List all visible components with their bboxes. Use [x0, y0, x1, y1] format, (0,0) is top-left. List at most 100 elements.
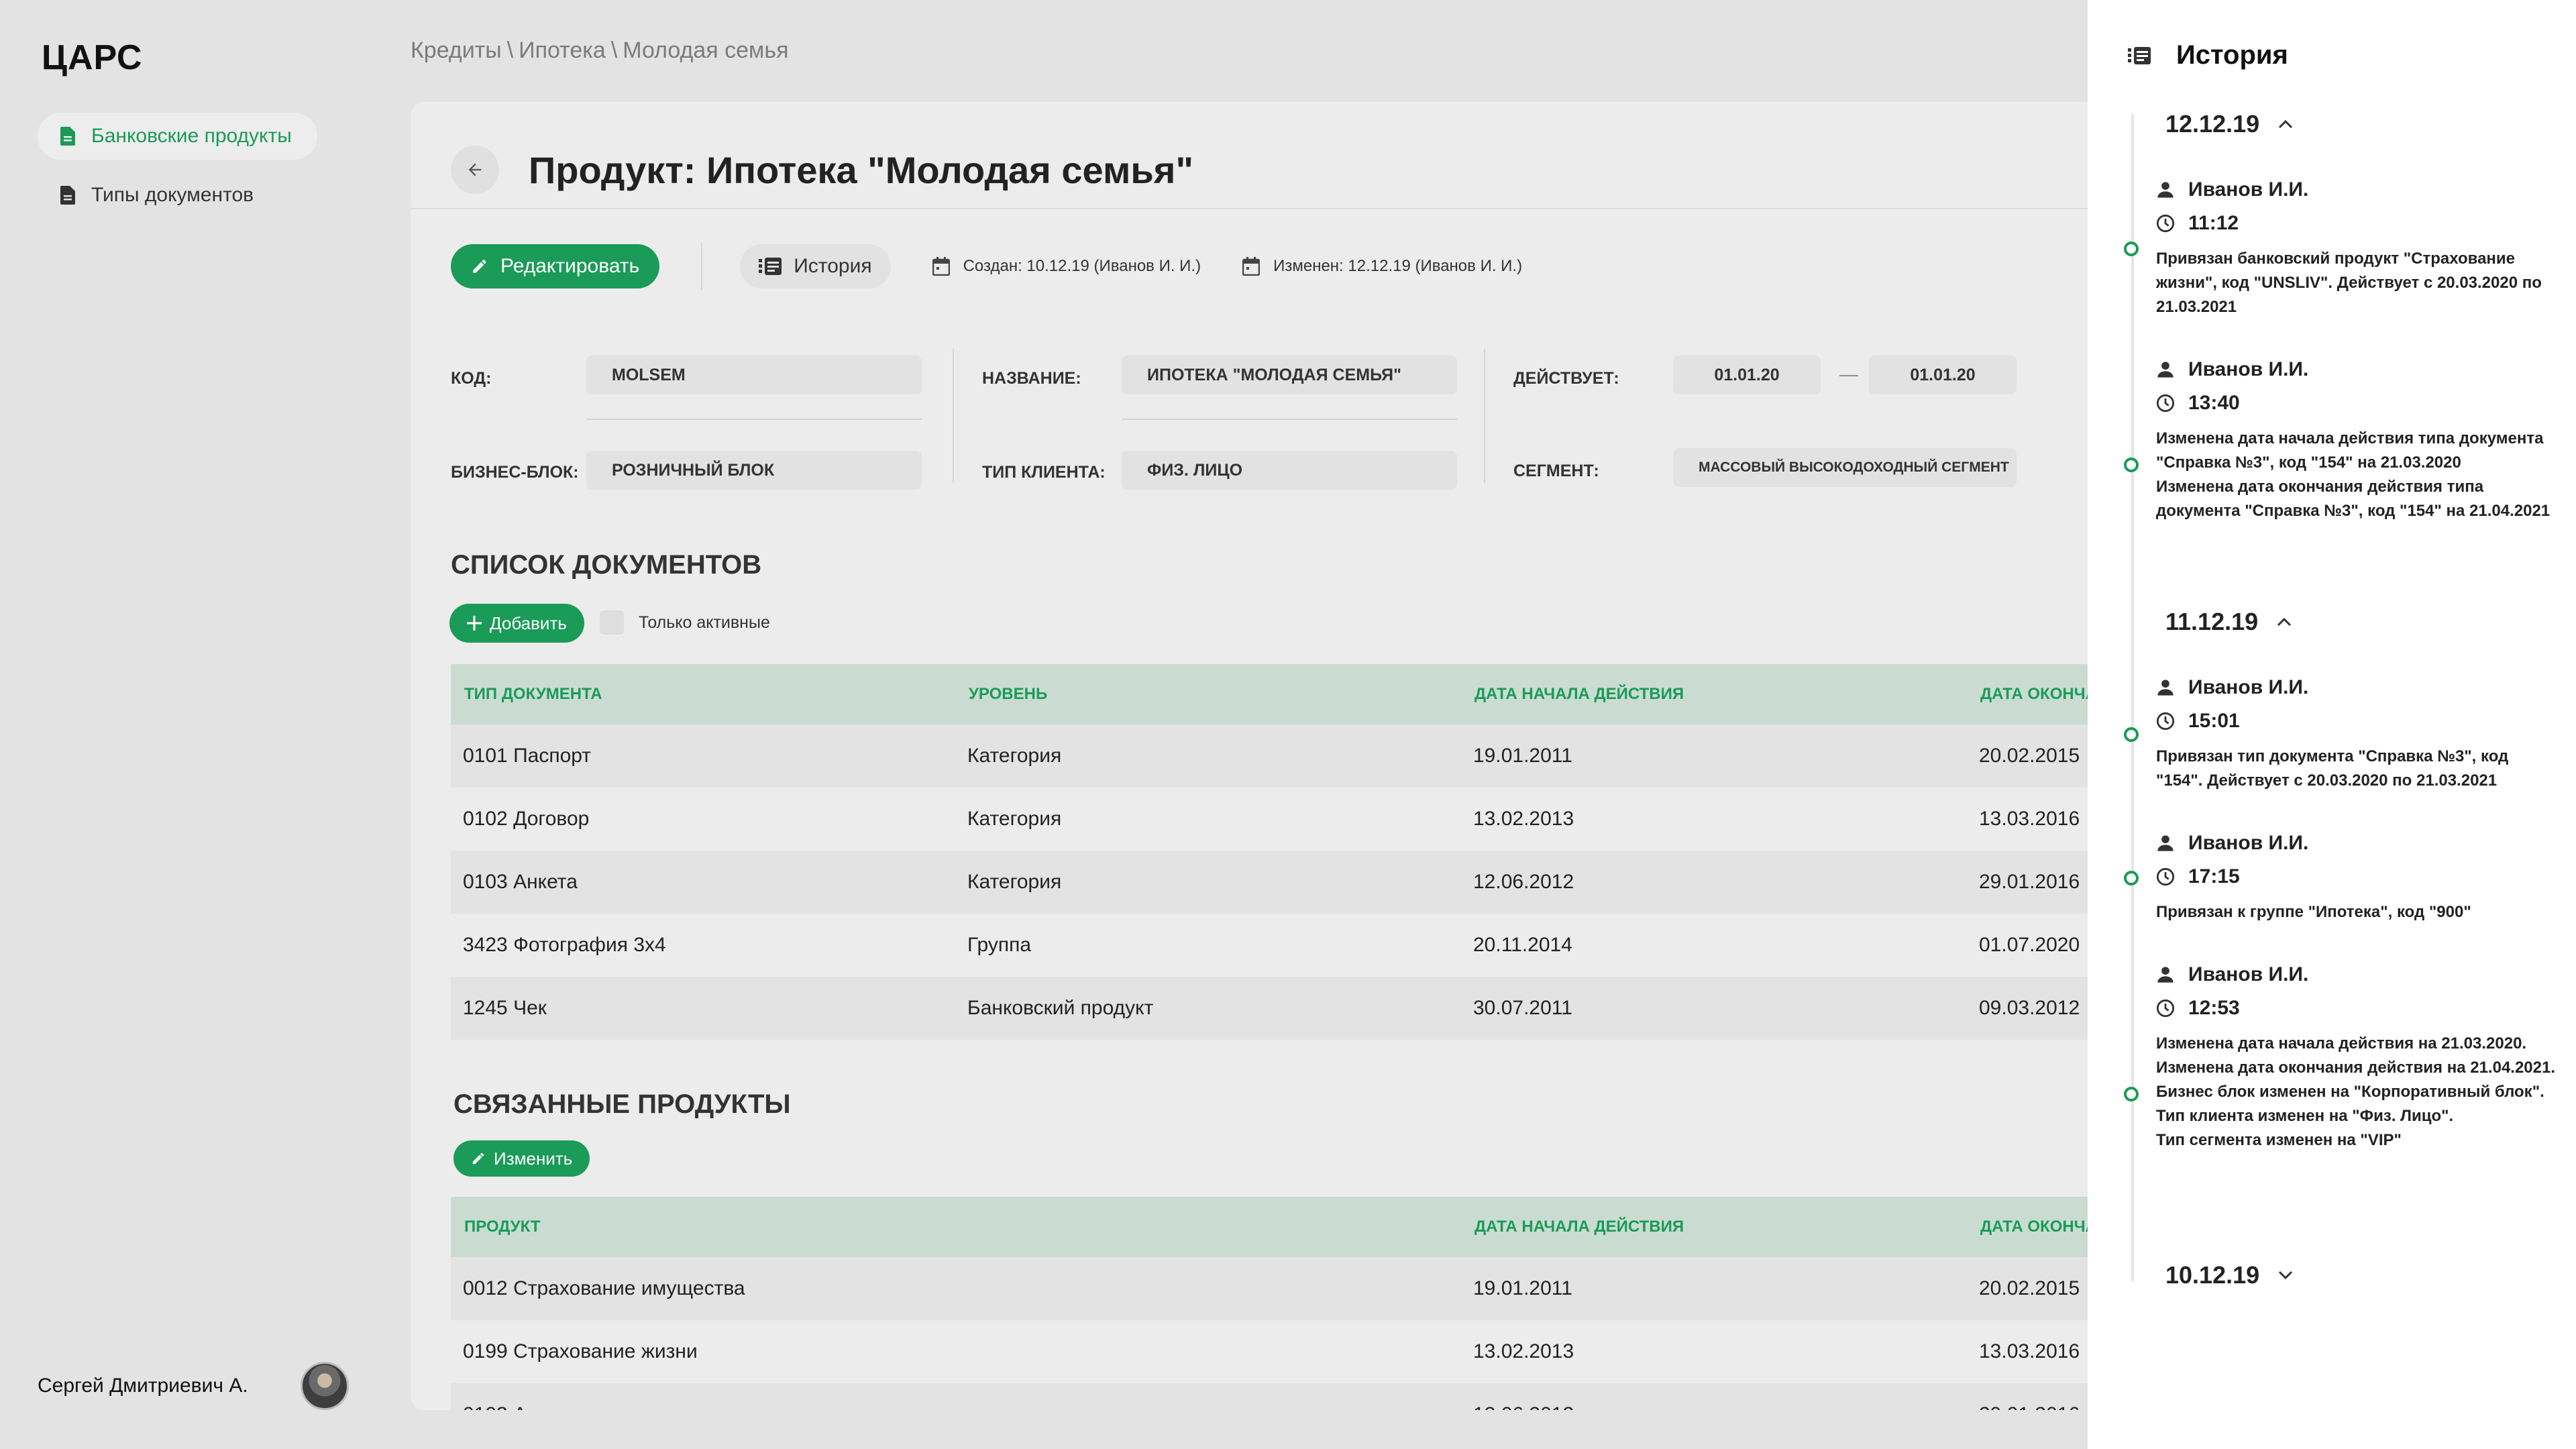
edit-button[interactable]: Редактировать	[451, 244, 660, 288]
business-block-field[interactable]: РОЗНИЧНЫЙ БЛОК	[586, 451, 922, 490]
table-cell: 1245 Чек	[451, 977, 955, 1040]
table-cell: Категория	[955, 724, 1461, 788]
history-button[interactable]: История	[740, 244, 891, 288]
back-button[interactable]	[451, 146, 499, 194]
history-entry-user: Иванов И.И.	[2156, 173, 2559, 207]
history-entry-user: Иванов И.И.	[2156, 826, 2559, 860]
history-user-name: Иванов И.И.	[2188, 358, 2309, 380]
table-cell: 12.06.2012	[1461, 851, 1967, 914]
table-cell: 13.03.2016	[1967, 1320, 2088, 1383]
column-header-start-date[interactable]: ДАТА НАЧАЛА ДЕЙСТВИЯ	[1461, 664, 1967, 724]
history-entry-time: 17:15	[2156, 860, 2559, 894]
history-entry-time: 12:53	[2156, 991, 2559, 1025]
table-row[interactable]: 0102 Договор Категория 13.02.2013 13.03.…	[451, 788, 2088, 851]
table-cell: 13.02.2013	[1461, 1320, 1967, 1383]
table-cell: 01.07.2020	[1967, 914, 2088, 977]
edit-button-label: Редактировать	[500, 255, 640, 277]
table-cell: 13.03.2016	[1967, 788, 2088, 851]
table-row[interactable]: 0103 Анкета Категория 12.06.2012 29.01.2…	[451, 851, 2088, 914]
column-divider	[953, 349, 954, 483]
table-cell: 0101 Паспорт	[451, 724, 955, 788]
history-entry: Иванов И.И. 17:15 Привязан к группе "Ипо…	[2156, 826, 2559, 924]
only-active-filter[interactable]: Только активные	[600, 610, 770, 635]
table-row[interactable]: 3423 Фотография 3x4 Группа 20.11.2014 01…	[451, 914, 2088, 977]
table-row[interactable]: 1245 Чек Банковский продукт 30.07.2011 0…	[451, 977, 2088, 1040]
table-cell: 0012 Страхование имущества	[451, 1257, 1461, 1320]
timeline-dot	[2124, 727, 2139, 742]
table-row[interactable]: 0199 Страхование жизни 13.02.2013 13.03.…	[451, 1320, 2088, 1383]
history-date: 11.12.19	[2165, 608, 2259, 635]
name-label: НАЗВАНИЕ:	[982, 369, 1081, 388]
card-header: Продукт: Ипотека "Молодая семья"	[411, 102, 2088, 209]
column-header-doc-type[interactable]: ТИП ДОКУМЕНТА	[451, 664, 955, 724]
valid-label: ДЕЙСТВУЕТ:	[1513, 369, 1619, 388]
timeline-dot	[2124, 871, 2139, 885]
toolbar-divider	[701, 243, 703, 290]
valid-to-field[interactable]: 01.01.20	[1869, 356, 2017, 394]
table-cell: Категория	[955, 851, 1461, 914]
table-cell: 13.02.2013	[1461, 788, 1967, 851]
sidebar-item-bank-products[interactable]: Банковские продукты	[38, 113, 317, 160]
table-cell: 20.11.2014	[1461, 914, 1967, 977]
change-related-button[interactable]: Изменить	[453, 1140, 590, 1177]
segment-field[interactable]: МАССОВЫЙ ВЫСОКОДОХОДНЫЙ СЕГМЕНТ	[1673, 448, 2017, 487]
avatar[interactable]	[300, 1362, 349, 1410]
chevron-up-icon	[2278, 119, 2293, 129]
history-date-group-toggle[interactable]: 11.12.19	[2165, 608, 2292, 636]
client-type-field[interactable]: ФИЗ. ЛИЦО	[1122, 451, 1457, 490]
history-time: 15:01	[2188, 710, 2240, 732]
history-date-group-toggle[interactable]: 12.12.19	[2165, 110, 2293, 138]
history-list-icon	[2128, 46, 2151, 64]
history-entry-text: Изменена дата начала действия на 21.03.2…	[2156, 1034, 2556, 1149]
user-profile[interactable]: Сергей Дмитриевич А.	[38, 1362, 349, 1410]
table-cell: 12.06.2012	[1461, 1383, 1967, 1410]
name-field[interactable]: ИПОТЕКА "МОЛОДАЯ СЕМЬЯ"	[1122, 356, 1457, 394]
column-header-end-date[interactable]: ДАТА ОКОНЧА	[1967, 664, 2088, 724]
modified-text: Изменен: 12.12.19 (Иванов И. И.)	[1273, 257, 1523, 275]
table-cell: 19.01.2011	[1461, 1257, 1967, 1320]
column-header-start-date[interactable]: ДАТА НАЧАЛА ДЕЙСТВИЯ	[1461, 1197, 1967, 1257]
breadcrumb-item[interactable]: Ипотека	[519, 38, 606, 63]
table-cell: 0199 Страхование жизни	[451, 1320, 1461, 1383]
history-date-group-toggle[interactable]: 10.12.19	[2165, 1261, 2293, 1289]
segment-label: СЕГМЕНТ:	[1513, 462, 1599, 480]
valid-from-field[interactable]: 01.01.20	[1673, 356, 1821, 394]
sidebar-item-label: Банковские продукты	[91, 125, 292, 147]
column-header-level[interactable]: УРОВЕНЬ	[955, 664, 1461, 724]
breadcrumb: Кредиты \ Ипотека \ Молодая семья	[411, 38, 789, 64]
date-range-dash: —	[1839, 364, 1858, 384]
add-document-button[interactable]: Добавить	[449, 604, 584, 643]
person-icon	[2156, 834, 2175, 853]
timeline-dot	[2124, 1087, 2139, 1102]
business-block-label: БИЗНЕС-БЛОК:	[451, 463, 579, 482]
table-cell: 09.03.2012	[1967, 977, 2088, 1040]
calendar-icon	[1242, 257, 1260, 276]
field-divider	[1122, 419, 1457, 420]
documents-title: СПИСОК ДОКУМЕНТОВ	[451, 550, 762, 580]
clock-icon	[2156, 214, 2175, 233]
clock-icon	[2156, 867, 2175, 886]
history-button-label: История	[794, 255, 872, 277]
column-header-product[interactable]: ПРОДУКТ	[451, 1197, 1461, 1257]
history-user-name: Иванов И.И.	[2188, 178, 2309, 201]
breadcrumb-item[interactable]: Кредиты	[411, 38, 502, 63]
table-row[interactable]: 0103 Анкета 12.06.2012 29.01.2016	[451, 1383, 2088, 1410]
pencil-icon	[471, 258, 488, 275]
table-cell: 30.07.2011	[1461, 977, 1967, 1040]
column-header-end-date[interactable]: ДАТА ОКОНЧА	[1967, 1197, 2088, 1257]
table-cell: 3423 Фотография 3x4	[451, 914, 955, 977]
table-cell: 19.01.2011	[1461, 724, 1967, 788]
sidebar-item-document-types[interactable]: Типы документов	[38, 172, 279, 219]
toolbar: Редактировать История Создан: 10.12.19 (…	[451, 243, 1522, 290]
table-row[interactable]: 0101 Паспорт Категория 19.01.2011 20.02.…	[451, 724, 2088, 788]
table-cell: 20.02.2015	[1967, 724, 2088, 788]
code-field[interactable]: MOLSEM	[586, 356, 922, 394]
history-entry: Иванов И.И. 13:40 Изменена дата начала д…	[2156, 353, 2559, 523]
history-time: 12:53	[2188, 997, 2240, 1019]
table-cell: 0103 Анкета	[451, 1383, 1461, 1410]
table-cell: Категория	[955, 788, 1461, 851]
only-active-label: Только активные	[639, 612, 770, 632]
only-active-checkbox[interactable]	[600, 610, 624, 635]
history-entry-user: Иванов И.И.	[2156, 671, 2559, 704]
table-row[interactable]: 0012 Страхование имущества 19.01.2011 20…	[451, 1257, 2088, 1320]
